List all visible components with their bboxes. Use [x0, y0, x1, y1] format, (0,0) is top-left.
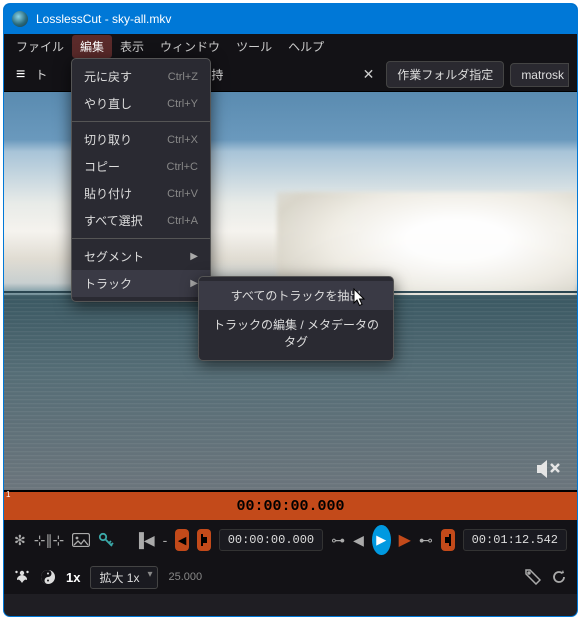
- controls-bar: ✻ ⊹∥⊹ ▐◀ - ◀ 00:00:00.000 ⊶ ◀ ▶ ▶ ⊷ 00:0…: [4, 520, 577, 560]
- menu-file[interactable]: ファイル: [8, 35, 72, 58]
- window-title: LosslessCut - sky-all.mkv: [36, 12, 171, 26]
- tag-icon[interactable]: [525, 569, 541, 585]
- set-end-button[interactable]: [441, 529, 455, 551]
- key-icon[interactable]: [98, 532, 114, 548]
- reload-icon[interactable]: [551, 569, 567, 585]
- play-button[interactable]: ▶: [372, 525, 391, 555]
- prev-cut-button[interactable]: ◀: [175, 529, 189, 551]
- timeline[interactable]: 1 00:00:00.000: [4, 490, 577, 520]
- set-start-button[interactable]: [197, 529, 211, 551]
- yinyang-icon[interactable]: [40, 569, 56, 585]
- bottom-bar: 1x 拡大 1x 25.000: [4, 560, 577, 594]
- workdir-button[interactable]: 作業フォルダ指定: [386, 61, 504, 88]
- person-icon[interactable]: [14, 569, 30, 585]
- menu-window[interactable]: ウィンドウ: [152, 35, 228, 58]
- submenu-edit-tracks-metadata[interactable]: トラックの編集 / メタデータのタグ: [199, 310, 393, 356]
- current-time-input[interactable]: 00:00:00.000: [219, 529, 323, 551]
- menu-copy[interactable]: コピーCtrl+C: [72, 153, 210, 180]
- app-icon: [12, 11, 28, 27]
- end-time-input[interactable]: 00:01:12.542: [463, 529, 567, 551]
- segment-marker: 1: [6, 490, 10, 499]
- menu-tools[interactable]: ツール: [228, 35, 280, 58]
- menu-help[interactable]: ヘルプ: [280, 35, 332, 58]
- edit-dropdown: 元に戻すCtrl+Z やり直しCtrl+Y 切り取りCtrl+X コピーCtrl…: [71, 58, 211, 302]
- picture-icon[interactable]: [72, 533, 90, 547]
- key-left-icon[interactable]: ⊶: [331, 532, 345, 549]
- menu-separator: [72, 121, 210, 122]
- menu-segment[interactable]: セグメント▶: [72, 243, 210, 270]
- menu-select-all[interactable]: すべて選択Ctrl+A: [72, 207, 210, 234]
- waveform-icon[interactable]: ⊹∥⊹: [34, 532, 64, 549]
- menu-track[interactable]: トラック▶: [72, 270, 210, 297]
- volume-mute-icon[interactable]: [537, 458, 563, 480]
- key-right-icon[interactable]: ⊷: [419, 532, 433, 549]
- menu-undo[interactable]: 元に戻すCtrl+Z: [72, 63, 210, 90]
- submenu-extract-all-tracks[interactable]: すべてのトラックを抽出: [199, 281, 393, 310]
- menu-view[interactable]: 表示: [112, 35, 152, 58]
- hamburger-icon[interactable]: ≡: [12, 64, 29, 86]
- format-button[interactable]: matrosk: [510, 63, 569, 87]
- close-icon[interactable]: ✕: [357, 64, 381, 85]
- menu-paste[interactable]: 貼り付けCtrl+V: [72, 180, 210, 207]
- fps-label: 25.000: [168, 571, 202, 583]
- menu-edit[interactable]: 編集: [72, 35, 112, 58]
- zoom-select[interactable]: 拡大 1x: [90, 566, 158, 589]
- menubar: ファイル 編集 表示 ウィンドウ ツール ヘルプ: [4, 34, 577, 58]
- dash-label: -: [163, 532, 168, 548]
- chevron-right-icon: ▶: [190, 278, 198, 289]
- menu-redo[interactable]: やり直しCtrl+Y: [72, 90, 210, 117]
- step-fwd-icon[interactable]: ▶: [399, 530, 411, 550]
- titlebar[interactable]: LosslessCut - sky-all.mkv: [4, 4, 577, 34]
- step-back-icon[interactable]: ◀: [353, 532, 364, 549]
- skip-start-icon[interactable]: ▐◀: [134, 532, 155, 549]
- menu-cut[interactable]: 切り取りCtrl+X: [72, 126, 210, 153]
- toolbar-left-text: ト: [35, 66, 47, 83]
- speed-label[interactable]: 1x: [66, 570, 80, 585]
- gear-icon[interactable]: ✻: [14, 532, 26, 549]
- track-submenu: すべてのトラックを抽出 トラックの編集 / メタデータのタグ: [198, 276, 394, 361]
- menu-separator: [72, 238, 210, 239]
- chevron-right-icon: ▶: [190, 251, 198, 262]
- timeline-timecode: 00:00:00.000: [236, 498, 344, 515]
